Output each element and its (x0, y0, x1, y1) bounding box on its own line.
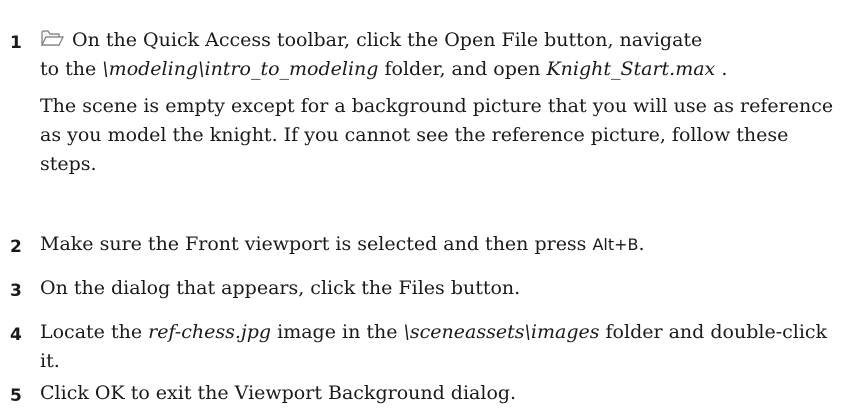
step-number: 5 (10, 386, 22, 406)
step-note: The scene is empty except for a backgrou… (40, 95, 834, 175)
step-number: 1 (10, 33, 22, 53)
step-body: On the dialog that appears, click the Fi… (40, 274, 850, 303)
open-folder-icon (40, 27, 64, 49)
step-body: On the Quick Access toolbar, click the O… (40, 26, 850, 179)
step-text: image in the (271, 321, 404, 343)
step-body: Locate the ref-chess.jpg image in the \s… (40, 318, 850, 376)
step-text: Make sure the Front viewport is selected… (40, 233, 593, 255)
folder-path: \sceneassets\images (403, 321, 600, 343)
step-body: Click OK to exit the Viewport Background… (40, 379, 850, 408)
step-text: Locate the (40, 321, 149, 343)
step-text: to the (40, 58, 103, 80)
folder-path: \modeling\intro_to_modeling (102, 58, 379, 80)
step-number: 4 (10, 325, 22, 345)
step-text: On the dialog that appears, click the Fi… (40, 277, 521, 299)
step-instruction: On the Quick Access toolbar, click the O… (40, 26, 850, 84)
keyboard-shortcut: Alt+B (592, 235, 639, 254)
step-text: . (638, 233, 645, 255)
step-text: . (715, 58, 728, 80)
step-number: 2 (10, 237, 22, 257)
instruction-steps: 1 On the Quick Access toolbar, click the… (0, 0, 855, 416)
step-number: 3 (10, 281, 22, 301)
step-text: On the Quick Access toolbar, click the O… (72, 29, 703, 51)
step-text: folder, and open (378, 58, 547, 80)
file-name: ref-chess.jpg (148, 321, 272, 343)
step-body: Make sure the Front viewport is selected… (40, 230, 850, 259)
file-name: Knight_Start.max (546, 58, 716, 80)
step-text: Click OK to exit the Viewport Background… (40, 382, 517, 404)
